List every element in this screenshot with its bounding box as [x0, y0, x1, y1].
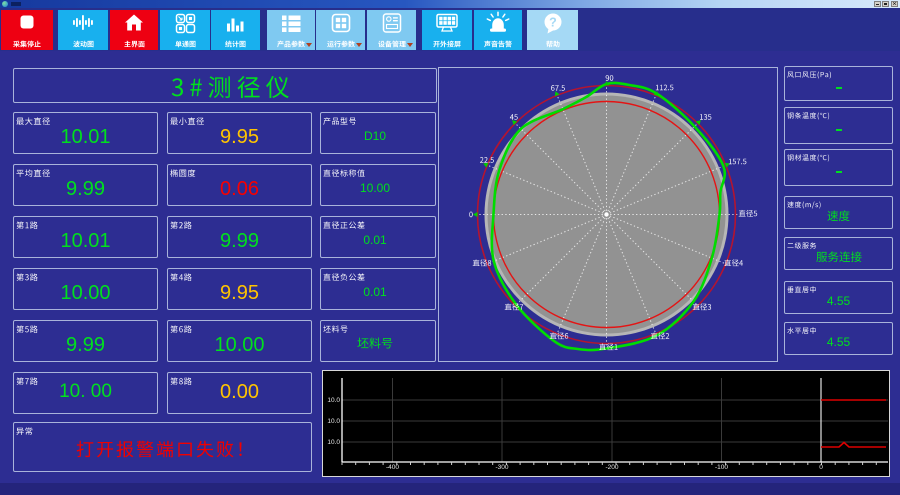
- svg-text:?: ?: [549, 16, 557, 30]
- svg-text:-100: -100: [715, 464, 728, 471]
- svg-text:10.0: 10.0: [327, 439, 340, 446]
- svg-text:10.0: 10.0: [327, 418, 340, 425]
- svg-text:-200: -200: [605, 464, 618, 471]
- svg-text:-400: -400: [386, 464, 399, 471]
- svg-text:-300: -300: [495, 464, 508, 471]
- svg-text:0: 0: [819, 464, 823, 471]
- svg-text:10.0: 10.0: [327, 397, 340, 404]
